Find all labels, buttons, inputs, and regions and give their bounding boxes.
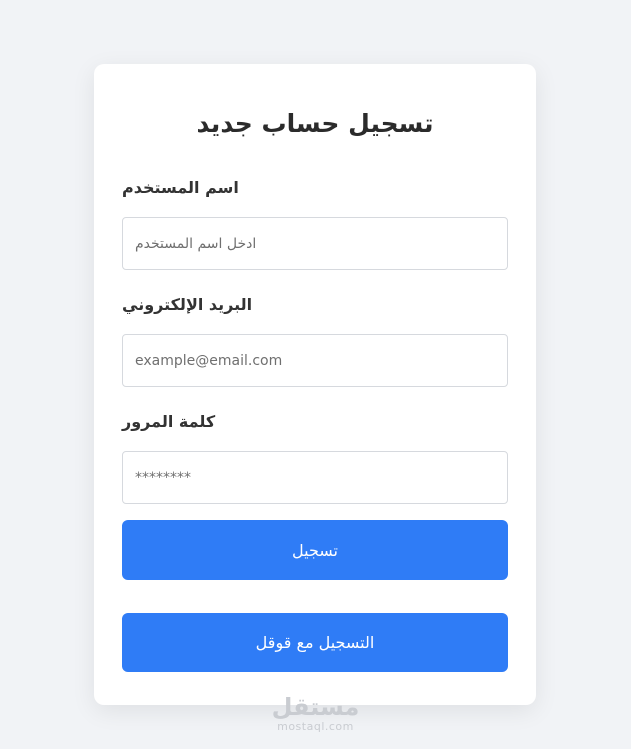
form-title: تسجيل حساب جديد [196, 109, 434, 138]
password-input[interactable] [122, 451, 508, 504]
google-register-button[interactable]: التسجيل مع قوقل [122, 613, 508, 672]
watermark-latin: mostaql.com [277, 720, 354, 733]
watermark-arabic: مستقل [271, 693, 360, 721]
username-input[interactable] [122, 217, 508, 270]
register-button[interactable]: تسجيل [122, 520, 508, 580]
username-label: اسم المستخدم [122, 178, 239, 197]
mostaql-watermark: مستقل mostaql.com [0, 694, 631, 734]
username-label-container: اسم المستخدم [122, 176, 508, 200]
email-label: البريد الإلكتروني [122, 295, 253, 314]
password-label: كلمة المرور [122, 412, 216, 431]
registration-card: تسجيل حساب جديد اسم المستخدم البريد الإل… [94, 64, 536, 705]
email-label-container: البريد الإلكتروني [122, 293, 508, 317]
password-label-container: كلمة المرور [122, 410, 508, 434]
email-input[interactable] [122, 334, 508, 387]
